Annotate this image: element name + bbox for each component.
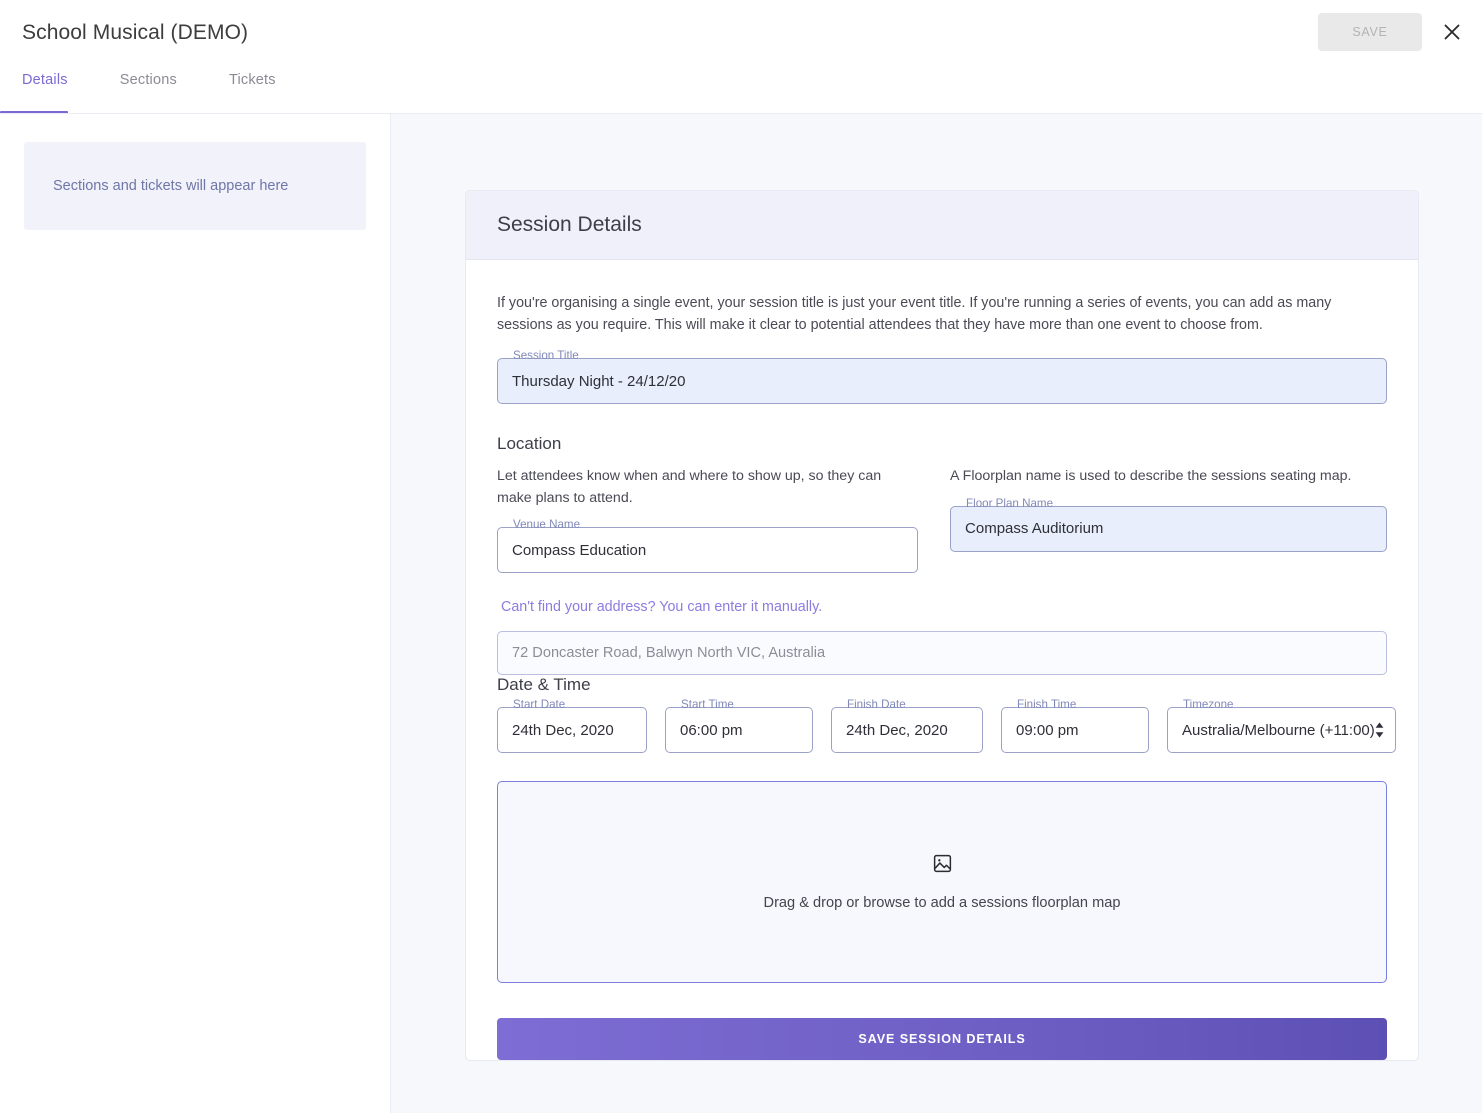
floorplan-dropzone[interactable]: Drag & drop or browse to add a sessions … [497,781,1387,984]
finish-date-input[interactable]: 24th Dec, 2020 [831,707,983,754]
location-left-helper: Let attendees know when and where to sho… [497,468,882,506]
session-intro-text: If you're organising a single event, you… [497,295,1332,333]
timezone-select[interactable]: Australia/Melbourne (+11:00) [1167,707,1396,754]
finish-time-field[interactable]: Finish Time 09:00 pm [1001,699,1149,754]
location-left-column: Let attendees know when and where to sho… [497,466,919,574]
finish-time-input[interactable]: 09:00 pm [1001,707,1149,754]
start-date-input[interactable]: 24th Dec, 2020 [497,707,647,754]
sections-tickets-placeholder: Sections and tickets will appear here [24,142,366,230]
floor-plan-helper: A Floorplan name is used to describe the… [950,468,1352,485]
save-button[interactable]: SAVE [1318,13,1422,51]
floorplan-dropzone-label: Drag & drop or browse to add a sessions … [763,895,1121,912]
floor-plan-name-field[interactable]: Floor Plan Name Compass Auditorium [950,498,1387,552]
location-grid: Let attendees know when and where to sho… [497,466,1387,574]
session-details-card-body: If you're organising a single event, you… [466,260,1418,1061]
content-area: Sections and tickets will appear here Se… [0,114,1482,1113]
start-time-field[interactable]: Start Time 06:00 pm [665,699,813,754]
address-input[interactable]: 72 Doncaster Road, Balwyn North VIC, Aus… [497,631,1387,676]
tab-tickets[interactable]: Tickets [229,66,302,112]
location-heading: Location [497,434,562,454]
sections-tickets-placeholder-label: Sections and tickets will appear here [53,178,289,194]
timezone-value: Australia/Melbourne (+11:00) [1182,721,1375,739]
tab-bar-divider [0,113,1482,114]
start-time-input[interactable]: 06:00 pm [665,707,813,754]
finish-date-field[interactable]: Finish Date 24th Dec, 2020 [831,699,983,754]
session-details-title: Session Details [497,213,642,236]
start-time-label: Start Time [676,699,739,711]
tab-sections[interactable]: Sections [120,66,203,112]
page-title: School Musical (DEMO) [22,21,249,44]
timezone-label: Timezone [1178,699,1239,711]
session-title-input[interactable]: Thursday Night - 24/12/20 [497,358,1387,405]
tab-details[interactable]: Details [0,66,94,114]
session-details-card: Session Details If you're organising a s… [465,190,1419,1062]
location-right-column: A Floorplan name is used to describe the… [950,466,1387,573]
finish-time-label: Finish Time [1012,699,1082,711]
header-actions: SAVE [1318,13,1464,51]
main-panel: Session Details If you're organising a s… [391,114,1482,1113]
venue-name-input[interactable]: Compass Education [497,527,919,574]
floor-plan-name-input[interactable]: Compass Auditorium [950,505,1387,552]
image-icon [932,853,953,879]
session-title-field[interactable]: Session Title Thursday Night - 24/12/20 [497,350,1387,405]
chevron-updown-icon [1375,722,1384,738]
manual-address-link[interactable]: Can't find your address? You can enter i… [501,599,1387,615]
venue-name-field[interactable]: Venue Name Compass Education [497,519,919,574]
save-session-details-button[interactable]: SAVE SESSION DETAILS [497,1018,1387,1061]
floor-plan-name-label: Floor Plan Name [961,498,1059,510]
app-header: School Musical (DEMO) SAVE [0,0,1482,66]
finish-date-label: Finish Date [842,699,911,711]
close-icon[interactable] [1440,20,1464,44]
start-date-label: Start Date [508,699,571,711]
timezone-field[interactable]: Timezone Australia/Melbourne (+11:00) [1167,699,1396,754]
start-date-field[interactable]: Start Date 24th Dec, 2020 [497,699,647,754]
sidebar: Sections and tickets will appear here [0,114,391,1113]
tab-bar: Details Sections Tickets [0,66,1482,114]
date-time-row: Start Date 24th Dec, 2020 Start Time 06:… [497,699,1396,754]
date-time-heading: Date & Time [497,675,591,695]
venue-name-label: Venue Name [508,519,586,531]
session-title-label: Session Title [508,350,584,362]
session-details-card-header: Session Details [466,191,1418,260]
